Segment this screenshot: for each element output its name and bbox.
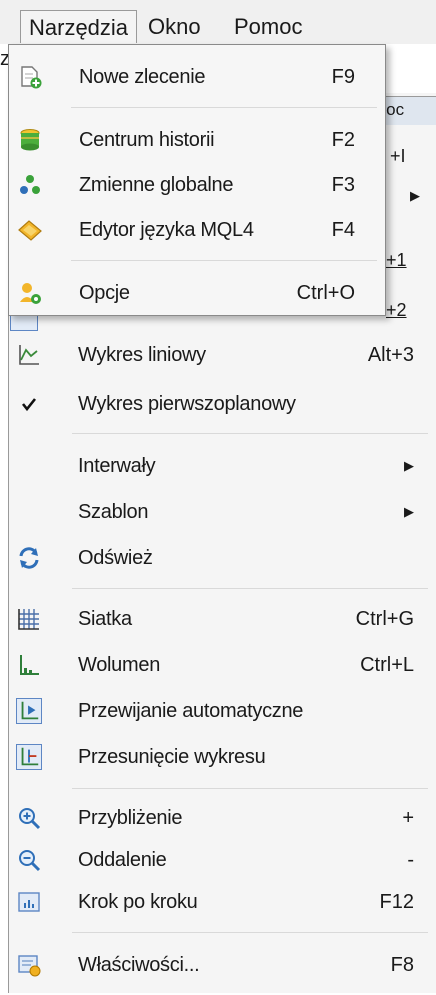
options-label: Opcje	[79, 282, 130, 304]
zoom-in-shortcut: +	[402, 807, 414, 829]
chart-shift-icon	[16, 744, 42, 770]
zoom-out-label: Oddalenie	[78, 849, 167, 871]
menu-separator	[72, 932, 428, 933]
menu-pomoc[interactable]: Pomoc	[226, 10, 310, 43]
auto-scroll-label: Przewijanie automatyczne	[78, 700, 304, 722]
volume-label: Wolumen	[78, 654, 161, 676]
submenu-arrow-icon: ▶	[404, 504, 414, 519]
zoom-in-label: Przybliżenie	[78, 807, 183, 829]
submenu-arrow-icon: ▶	[404, 458, 414, 473]
menu-separator	[72, 588, 428, 589]
volume-icon	[20, 655, 39, 675]
partial-shortcut-3: +2	[386, 300, 407, 320]
auto-scroll-icon	[16, 698, 42, 724]
history-center-shortcut: F2	[331, 129, 355, 151]
chart-shift-label: Przesunięcie wykresu	[78, 746, 266, 768]
new-order-icon	[21, 66, 42, 89]
foreground-chart-label: Wykres pierwszoplanowy	[78, 393, 296, 415]
mql4-editor-icon	[18, 220, 42, 241]
menu-item-new-order[interactable]: Nowe zlecenie F9	[9, 57, 385, 97]
zoom-out-shortcut: -	[407, 849, 414, 871]
properties-icon	[18, 955, 41, 977]
zoom-in-icon	[19, 808, 41, 830]
refresh-icon	[19, 547, 39, 569]
template-label: Szablon	[78, 501, 149, 523]
options-icon	[20, 283, 41, 304]
properties-label: Właściwości...	[78, 954, 200, 976]
step-icon	[18, 892, 40, 912]
menu-separator	[72, 433, 428, 434]
menu-item-properties[interactable]: Właściwości... F8	[0, 945, 436, 985]
menu-item-options[interactable]: Opcje Ctrl+O	[9, 273, 385, 313]
line-chart-icon	[19, 345, 39, 365]
grid-icon	[18, 609, 39, 630]
menu-item-refresh[interactable]: Odśwież	[0, 538, 436, 578]
tools-dropdown: Nowe zlecenie F9 Centrum historii F2 Zmi…	[8, 44, 386, 316]
menu-separator	[72, 788, 428, 789]
step-label: Krok po kroku	[78, 891, 198, 913]
refresh-label: Odśwież	[78, 547, 153, 569]
step-shortcut: F12	[379, 891, 414, 913]
menu-item-intervals[interactable]: Interwały ▶	[0, 446, 436, 486]
menu-item-volume[interactable]: Wolumen Ctrl+L	[0, 645, 436, 685]
intervals-label: Interwały	[78, 455, 156, 477]
menu-okno[interactable]: Okno	[140, 10, 209, 43]
menu-item-mql4-editor[interactable]: Edytor języka MQL4 F4	[9, 210, 385, 250]
menu-item-line-chart[interactable]: Wykres liniowy Alt+3	[0, 335, 436, 375]
menu-item-auto-scroll[interactable]: Przewijanie automatyczne	[0, 691, 436, 731]
options-shortcut: Ctrl+O	[296, 282, 355, 304]
partial-submenu-arrow: ▶	[410, 188, 420, 203]
menu-narzedzia[interactable]: Narzędzia	[20, 10, 138, 43]
properties-shortcut: F8	[390, 954, 414, 976]
menu-separator	[71, 107, 377, 108]
menu-item-global-variables[interactable]: Zmienne globalne F3	[9, 165, 385, 205]
menu-item-foreground-chart[interactable]: Wykres pierwszoplanowy	[0, 384, 436, 424]
partial-icon-fragment	[10, 316, 38, 331]
menu-item-zoom-out[interactable]: Oddalenie -	[0, 840, 436, 880]
volume-shortcut: Ctrl+L	[360, 654, 414, 676]
history-center-icon	[20, 129, 40, 151]
menu-item-step-by-step[interactable]: Krok po kroku F12	[0, 882, 436, 922]
partial-shortcut-2: +1	[386, 250, 407, 270]
menu-item-chart-shift[interactable]: Przesunięcie wykresu	[0, 737, 436, 777]
new-order-label: Nowe zlecenie	[79, 66, 206, 88]
zoom-out-icon	[19, 850, 41, 872]
checkmark-icon	[21, 398, 37, 412]
global-variables-label: Zmienne globalne	[79, 174, 234, 196]
mql4-editor-shortcut: F4	[331, 219, 355, 241]
history-center-label: Centrum historii	[79, 129, 215, 151]
menu-item-zoom-in[interactable]: Przybliżenie +	[0, 798, 436, 838]
global-variables-shortcut: F3	[331, 174, 355, 196]
new-order-shortcut: F9	[331, 66, 355, 88]
menu-separator	[71, 260, 377, 261]
partial-shortcut-1: +I	[390, 146, 406, 166]
mql4-editor-label: Edytor języka MQL4	[79, 219, 254, 241]
line-chart-label: Wykres liniowy	[78, 344, 206, 366]
menu-bar: Narzędzia Okno Pomoc	[0, 0, 436, 44]
menu-item-template[interactable]: Szablon ▶	[0, 492, 436, 532]
menu-item-grid[interactable]: Siatka Ctrl+G	[0, 599, 436, 639]
grid-label: Siatka	[78, 608, 132, 630]
grid-shortcut: Ctrl+G	[355, 608, 414, 630]
line-chart-shortcut: Alt+3	[367, 344, 414, 366]
menu-item-history-center[interactable]: Centrum historii F2	[9, 120, 385, 160]
global-variables-icon	[20, 175, 40, 194]
